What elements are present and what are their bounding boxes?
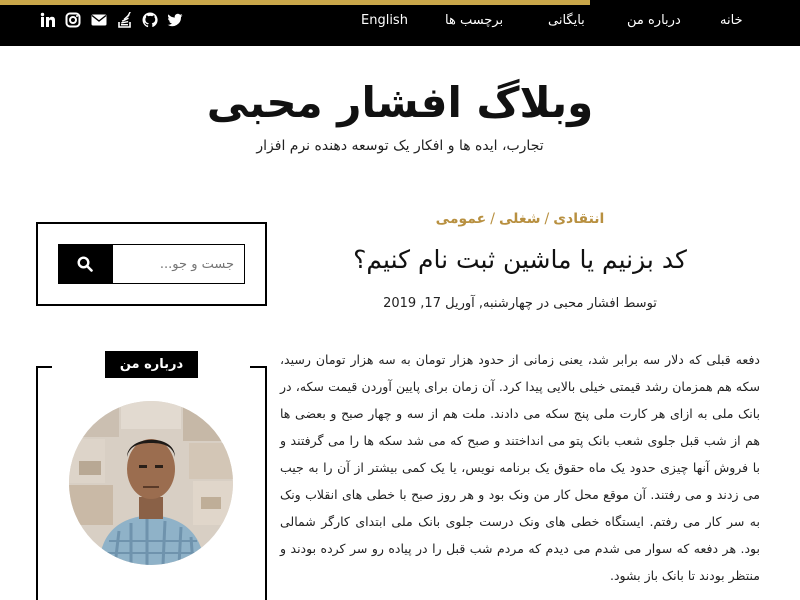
category-link[interactable]: عمومی: [436, 211, 487, 227]
search-icon: [77, 256, 93, 272]
post-categories: انتقادی/شغلی/عمومی: [290, 211, 750, 227]
search-input[interactable]: [112, 244, 245, 284]
nav-home[interactable]: خانه: [720, 13, 743, 28]
nav-about[interactable]: درباره من: [627, 13, 681, 28]
nav-tags[interactable]: برچسب ها: [445, 13, 503, 28]
category-separator: /: [490, 211, 495, 227]
nav-archive[interactable]: بایگانی: [548, 13, 585, 28]
category-link[interactable]: شغلی: [499, 211, 541, 227]
search-button[interactable]: [58, 244, 113, 284]
about-widget-title: درباره من: [105, 351, 198, 378]
post-title[interactable]: کد بزنیم یا ماشین ثبت نام کنیم؟: [290, 245, 750, 274]
site-title[interactable]: وبلاگ افشار محبی: [0, 78, 800, 127]
site-tagline: تجارب، ایده ها و افکار یک توسعه دهنده نر…: [256, 138, 544, 154]
category-link[interactable]: انتقادی: [553, 211, 604, 227]
top-navbar: English برچسب ها بایگانی درباره من خانه: [0, 0, 800, 46]
category-separator: /: [544, 211, 550, 227]
avatar: [69, 401, 233, 565]
post-meta: توسط افشار محبی در چهارشنبه, آوریل 17, 2…: [383, 296, 657, 311]
accent-stripe: [0, 0, 590, 5]
post-body: دفعه قبلی که دلار سه برابر شد، یعنی زمان…: [280, 352, 760, 583]
nav-english[interactable]: English: [361, 13, 408, 28]
main-menu: English برچسب ها بایگانی درباره من خانه: [0, 13, 800, 33]
